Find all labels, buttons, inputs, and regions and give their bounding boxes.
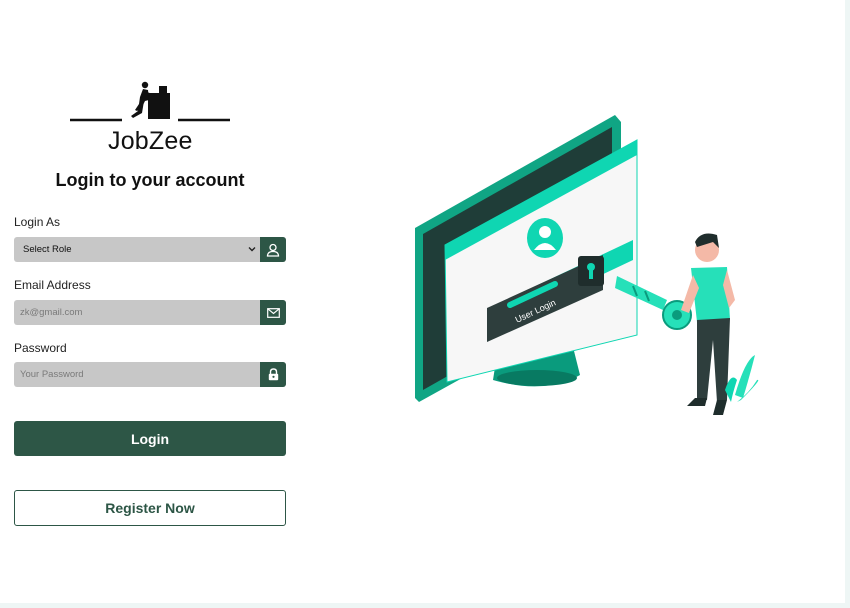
user-icon [260, 237, 286, 262]
brand-name: JobZee [108, 127, 193, 155]
envelope-icon [260, 300, 286, 325]
lock-icon [260, 362, 286, 387]
email-field[interactable] [14, 300, 260, 325]
email-field-wrapper [14, 300, 286, 325]
email-label: Email Address [14, 278, 91, 292]
login-panel: JobZee Login to your account Login As Se… [14, 0, 286, 603]
password-label: Password [14, 341, 67, 355]
role-select-value[interactable]: Select Role [14, 237, 260, 262]
login-page: JobZee Login to your account Login As Se… [0, 0, 845, 603]
login-button[interactable]: Login [14, 421, 286, 456]
page-title: Login to your account [55, 170, 245, 190]
role-selected-text: Select Role [23, 244, 72, 255]
password-field[interactable] [14, 362, 260, 387]
password-field-wrapper [14, 362, 286, 387]
plant-graphic [735, 355, 755, 398]
chevron-down-icon [248, 247, 256, 252]
role-label: Login As [14, 215, 61, 229]
role-select[interactable]: Select Role [14, 237, 286, 262]
register-button[interactable]: Register Now [14, 490, 286, 526]
login-illustration: User Login [415, 115, 759, 415]
